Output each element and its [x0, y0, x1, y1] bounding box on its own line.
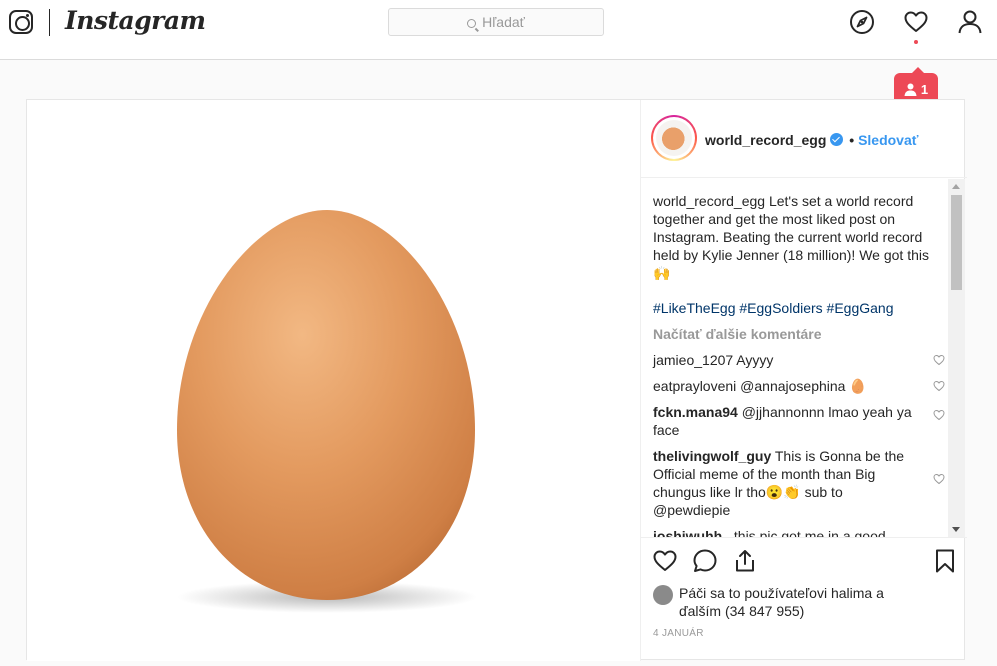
top-nav-bar: Instagram Hľadať: [0, 0, 997, 60]
comment-like-heart-icon[interactable]: [933, 409, 945, 421]
post-actions: Páči sa to používateľovi halima a ďalším…: [641, 537, 967, 661]
comment-item: jamieo_1207 Ayyyy: [653, 351, 945, 369]
author-line: world_record_egg • Sledovať: [705, 132, 918, 148]
comment-item: fckn.mana94 @jjhannonnn lmao yeah ya fac…: [653, 403, 945, 439]
profile-user-icon[interactable]: [957, 9, 983, 35]
likes-text[interactable]: Páči sa to používateľovi halima a ďalším…: [679, 584, 919, 620]
comment-username[interactable]: eatprayloveni: [653, 378, 736, 394]
author-username[interactable]: world_record_egg: [705, 132, 826, 148]
post-header: world_record_egg • Sledovať: [641, 100, 967, 178]
avatar-egg-image: [656, 120, 692, 156]
scroll-down-arrow-icon[interactable]: [952, 527, 960, 532]
share-icon[interactable]: [732, 548, 758, 574]
comment-like-heart-icon[interactable]: [933, 380, 945, 392]
separator-dot: •: [849, 132, 855, 148]
follow-button[interactable]: Sledovať: [858, 132, 918, 148]
instagram-camera-icon[interactable]: [9, 10, 33, 34]
caption-username[interactable]: world_record_egg: [653, 193, 765, 209]
search-icon: [467, 19, 477, 28]
logo-divider: [49, 9, 50, 36]
caption: world_record_egg Let's set a world recor…: [653, 192, 945, 282]
comments-list[interactable]: world_record_egg Let's set a world recor…: [641, 179, 967, 537]
post-sidebar: world_record_egg • Sledovať world_record…: [640, 100, 967, 661]
save-bookmark-icon[interactable]: [932, 548, 958, 574]
caption-hashtags[interactable]: #LikeTheEgg #EggSoldiers #EggGang: [653, 299, 945, 317]
comment-bubble-icon[interactable]: [692, 548, 718, 574]
comment-text: Ayyyy: [736, 352, 774, 368]
verified-badge-icon: [830, 133, 844, 146]
comments-scrollbar[interactable]: [948, 179, 965, 537]
comment-username[interactable]: thelivingwolf_guy: [653, 448, 771, 464]
scroll-up-arrow-icon[interactable]: [952, 184, 960, 189]
activity-heart-icon[interactable]: [903, 9, 929, 35]
comment-username[interactable]: joshiwuhh_: [653, 528, 730, 537]
search-input[interactable]: Hľadať: [388, 8, 604, 36]
scrollbar-thumb[interactable]: [951, 195, 962, 290]
comment-item: joshiwuhh_ this pic got me in a good moo…: [653, 527, 945, 537]
egg-image: [177, 210, 477, 613]
liker-avatar[interactable]: [653, 585, 673, 605]
search-placeholder: Hľadať: [482, 14, 525, 30]
explore-compass-icon[interactable]: [849, 9, 875, 35]
notification-count: 1: [920, 81, 929, 97]
comment-item: eatprayloveni @annajosephina 🥚: [653, 377, 945, 395]
comment-like-heart-icon[interactable]: [933, 354, 945, 366]
comment-item: thelivingwolf_guy This is Gonna be the O…: [653, 447, 945, 519]
activity-dot: [914, 40, 918, 44]
instagram-wordmark[interactable]: Instagram: [65, 6, 206, 35]
comment-text: @annajosephina 🥚: [740, 378, 867, 394]
post-card: world_record_egg • Sledovať world_record…: [26, 99, 967, 661]
author-avatar[interactable]: [651, 115, 697, 161]
post-date[interactable]: 4 JANUÁR: [653, 628, 704, 639]
like-heart-icon[interactable]: [652, 548, 678, 574]
comment-like-heart-icon[interactable]: [933, 473, 945, 485]
comment-username[interactable]: fckn.mana94: [653, 404, 738, 420]
post-photo[interactable]: [27, 100, 640, 661]
person-icon: [904, 83, 917, 96]
load-more-comments-button[interactable]: Načítať ďalšie komentáre: [653, 325, 945, 343]
comment-username[interactable]: jamieo_1207: [653, 352, 733, 368]
